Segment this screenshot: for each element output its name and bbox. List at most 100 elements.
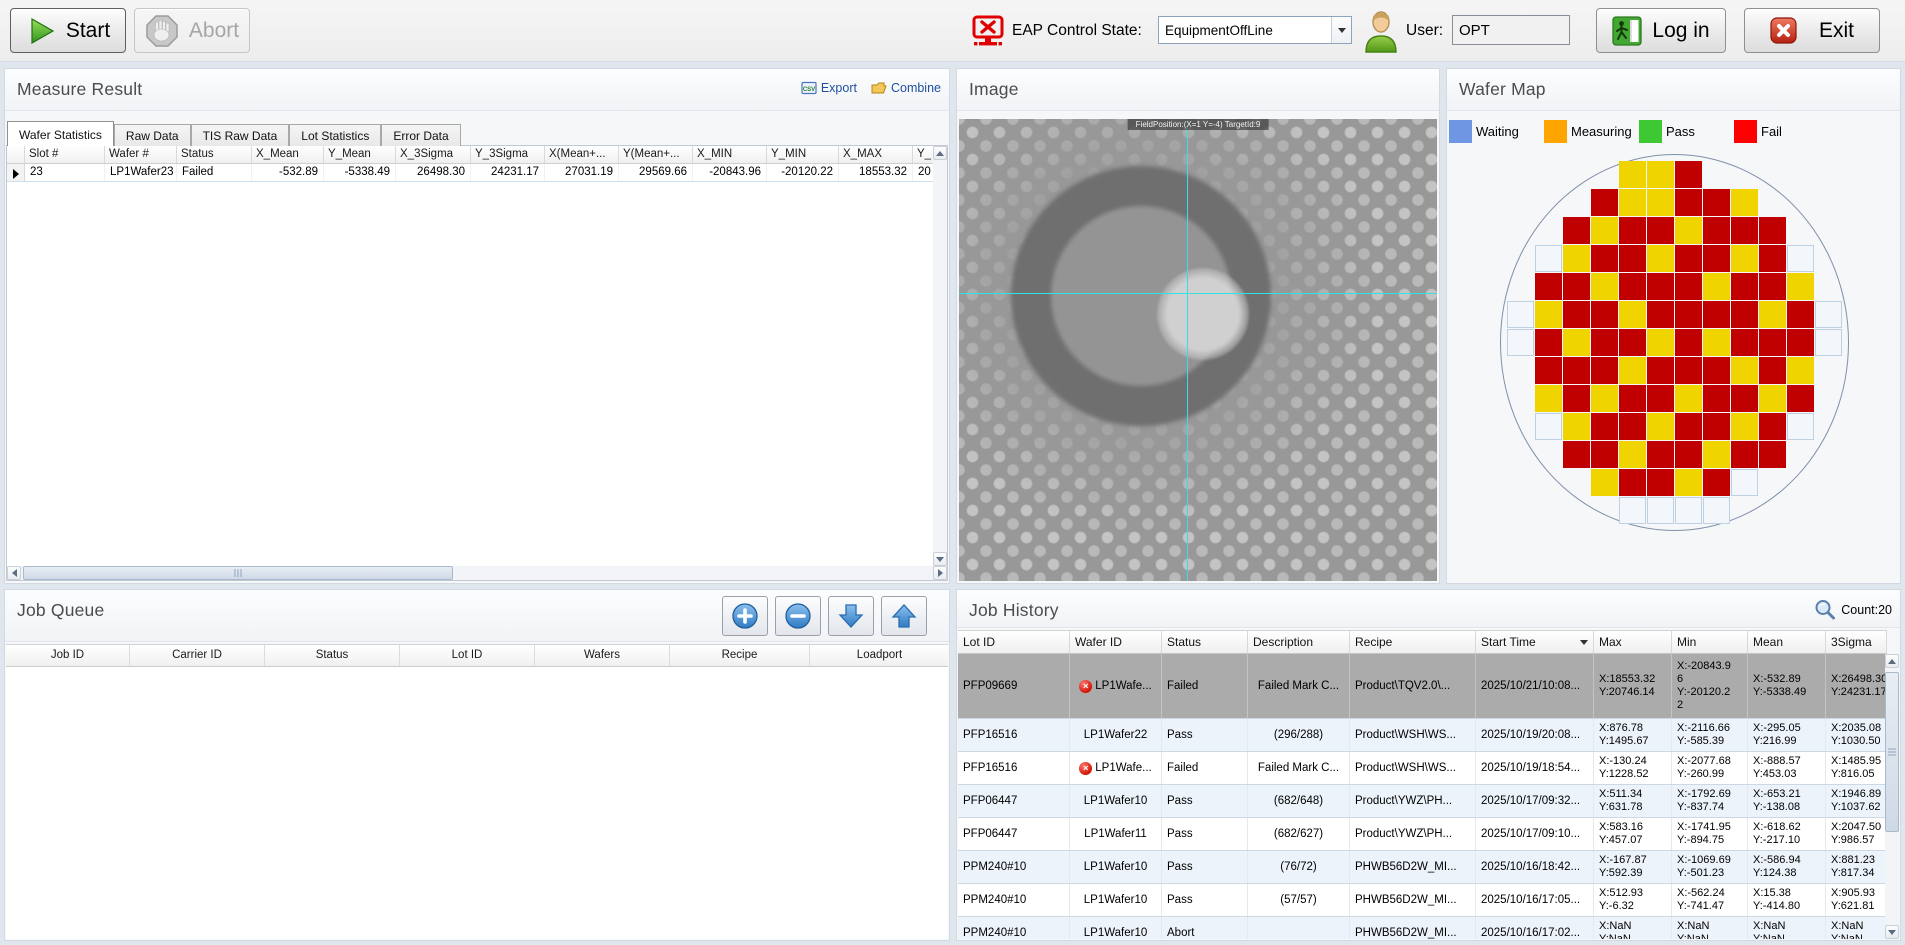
column-header-recipe[interactable]: Recipe	[1350, 631, 1476, 653]
cell-3sigma: X:905.93Y:621.81	[1826, 884, 1887, 916]
job-history-row[interactable]: PPM240#10LP1Wafer10AbortPHWB56D2W_MI...2…	[958, 917, 1887, 939]
user-input[interactable]	[1452, 15, 1570, 45]
column-header-y-3sigma[interactable]: Y_3Sigma	[471, 146, 545, 163]
job-history-row[interactable]: PFP16516LP1Wafer22Pass(296/288)Product\W…	[958, 719, 1887, 752]
stat-line: Y:-20120.2	[1677, 686, 1742, 699]
column-header-mean[interactable]: Mean	[1748, 631, 1826, 653]
cell-min: X:-2077.68Y:-260.99	[1672, 752, 1748, 784]
job-history-row[interactable]: PFP06447LP1Wafer11Pass(682/627)Product\Y…	[958, 818, 1887, 851]
wafer-cell	[1647, 245, 1674, 272]
tab-wafer-statistics[interactable]: Wafer Statistics	[7, 121, 114, 146]
wafer-cell	[1703, 273, 1730, 300]
column-header-status[interactable]: Status	[177, 146, 252, 163]
column-header-wafer[interactable]: Wafer #	[105, 146, 177, 163]
column-header-loadport[interactable]: Loadport	[810, 645, 950, 666]
job-history-row[interactable]: PPM240#10LP1Wafer10Pass(57/57)PHWB56D2W_…	[958, 884, 1887, 917]
stat-line: X:583.16	[1599, 821, 1666, 834]
wafer-cell	[1563, 245, 1590, 272]
column-header-lot-id[interactable]: Lot ID	[400, 645, 535, 666]
tab-lot-statistics[interactable]: Lot Statistics	[289, 124, 381, 146]
column-header-wafers[interactable]: Wafers	[535, 645, 670, 666]
tab-raw-data[interactable]: Raw Data	[114, 124, 191, 146]
column-header-y-mean[interactable]: Y(Mean+...	[619, 146, 693, 163]
wafer-id-label: LP1Wafer10	[1084, 795, 1148, 807]
scroll-up-button[interactable]	[1885, 654, 1899, 668]
scroll-down-button[interactable]	[933, 552, 947, 566]
wafer-id-label: LP1Wafer11	[1084, 828, 1147, 840]
scroll-right-button[interactable]	[933, 566, 947, 580]
scroll-left-button[interactable]	[7, 566, 21, 580]
hscroll-thumb[interactable]	[23, 566, 453, 580]
job-history-row[interactable]: PPM240#10LP1Wafer10Pass(76/72)PHWB56D2W_…	[958, 851, 1887, 884]
column-header-status[interactable]: Status	[1162, 631, 1248, 653]
table-row[interactable]: 23LP1Wafer23Failed-532.89-5338.4926498.3…	[7, 164, 947, 182]
cell-max: X:18553.32Y:20746.14	[1594, 654, 1672, 718]
wafer-cell	[1647, 413, 1674, 440]
job-history-row[interactable]: PFP16516×LP1Wafe...FailedFailed Mark C..…	[958, 752, 1887, 785]
column-header-description[interactable]: Description	[1248, 631, 1350, 653]
wafer-cell	[1675, 161, 1702, 188]
login-button[interactable]: Log in	[1596, 8, 1726, 53]
column-header-max[interactable]: Max	[1594, 631, 1672, 653]
sort-descending-icon[interactable]	[1580, 640, 1588, 645]
column-header-status[interactable]: Status	[265, 645, 400, 666]
column-header-x-mean[interactable]: X_Mean	[252, 146, 324, 163]
export-link[interactable]: CSV Export	[801, 81, 857, 95]
stat-line: Y:453.03	[1753, 768, 1820, 781]
stat-line: Y:817.34	[1831, 867, 1881, 880]
column-header-carrier-id[interactable]: Carrier ID	[130, 645, 265, 666]
column-header-x-mean[interactable]: X(Mean+...	[545, 146, 619, 163]
tab-tis-raw-data[interactable]: TIS Raw Data	[191, 124, 290, 146]
column-header-wafer-id[interactable]: Wafer ID	[1070, 631, 1162, 653]
job-history-count: Count:20	[1813, 598, 1892, 622]
abort-button[interactable]: Abort	[134, 8, 250, 53]
scroll-up-button[interactable]	[933, 146, 947, 160]
measure-hscrollbar[interactable]	[7, 566, 947, 580]
eap-control-state-select[interactable]: EquipmentOffLine	[1158, 16, 1352, 44]
stat-line: Y:1037.62	[1831, 801, 1881, 814]
move-job-up-button[interactable]	[881, 596, 927, 636]
column-header-x-3sigma[interactable]: X_3Sigma	[396, 146, 471, 163]
column-header-y-min[interactable]: Y_MIN	[767, 146, 839, 163]
wafer-cell	[1815, 301, 1842, 328]
vscroll-thumb[interactable]	[1885, 672, 1899, 832]
image-panel-title: Image	[969, 79, 1019, 100]
wafer-cell	[1563, 217, 1590, 244]
cell-recipe: Product\TQV2.0\...	[1350, 654, 1476, 718]
play-icon	[26, 16, 56, 46]
remove-job-button[interactable]	[775, 596, 821, 636]
exit-button[interactable]: Exit	[1744, 8, 1880, 53]
column-header-start-time[interactable]: Start Time	[1476, 631, 1594, 653]
column-header-slot[interactable]: Slot #	[25, 146, 105, 163]
column-header-y-mean[interactable]: Y_Mean	[324, 146, 396, 163]
job-history-vscrollbar[interactable]	[1885, 654, 1899, 939]
column-header-lot-id[interactable]: Lot ID	[958, 631, 1070, 653]
measure-vscrollbar[interactable]	[933, 146, 947, 566]
tab-error-data[interactable]: Error Data	[381, 124, 460, 146]
cell-mean: X:-586.94Y:124.38	[1748, 851, 1826, 883]
scroll-down-button[interactable]	[1885, 925, 1899, 939]
column-header-3sigma[interactable]: 3Sigma	[1826, 631, 1887, 653]
move-job-down-button[interactable]	[828, 596, 874, 636]
stat-line: Y:-138.08	[1753, 801, 1820, 814]
job-history-row[interactable]: PFP06447LP1Wafer10Pass(682/648)Product\Y…	[958, 785, 1887, 818]
start-button[interactable]: Start	[10, 8, 126, 53]
wafer-cell	[1675, 385, 1702, 412]
wafer-cell	[1619, 189, 1646, 216]
wafer-cell	[1731, 329, 1758, 356]
column-header-x-min[interactable]: X_MIN	[693, 146, 767, 163]
add-job-button[interactable]	[722, 596, 768, 636]
column-header-min[interactable]: Min	[1672, 631, 1748, 653]
wafer-cell	[1703, 469, 1730, 496]
wafer-map-legend: WaitingMeasuringPassFail	[1449, 117, 1829, 145]
column-header-recipe[interactable]: Recipe	[670, 645, 810, 666]
column-header-x-max[interactable]: X_MAX	[839, 146, 913, 163]
wafer-cell	[1731, 217, 1758, 244]
combine-link[interactable]: Combine	[871, 81, 941, 95]
column-header-job-id[interactable]: Job ID	[6, 645, 130, 666]
cell-status: Failed	[1162, 654, 1248, 718]
job-history-row[interactable]: PFP09669×LP1Wafe...FailedFailed Mark C..…	[958, 654, 1887, 719]
stat-line: Y:-6.32	[1599, 900, 1666, 913]
cell-description: (682/648)	[1248, 785, 1350, 817]
magnifier-icon[interactable]	[1813, 598, 1837, 622]
